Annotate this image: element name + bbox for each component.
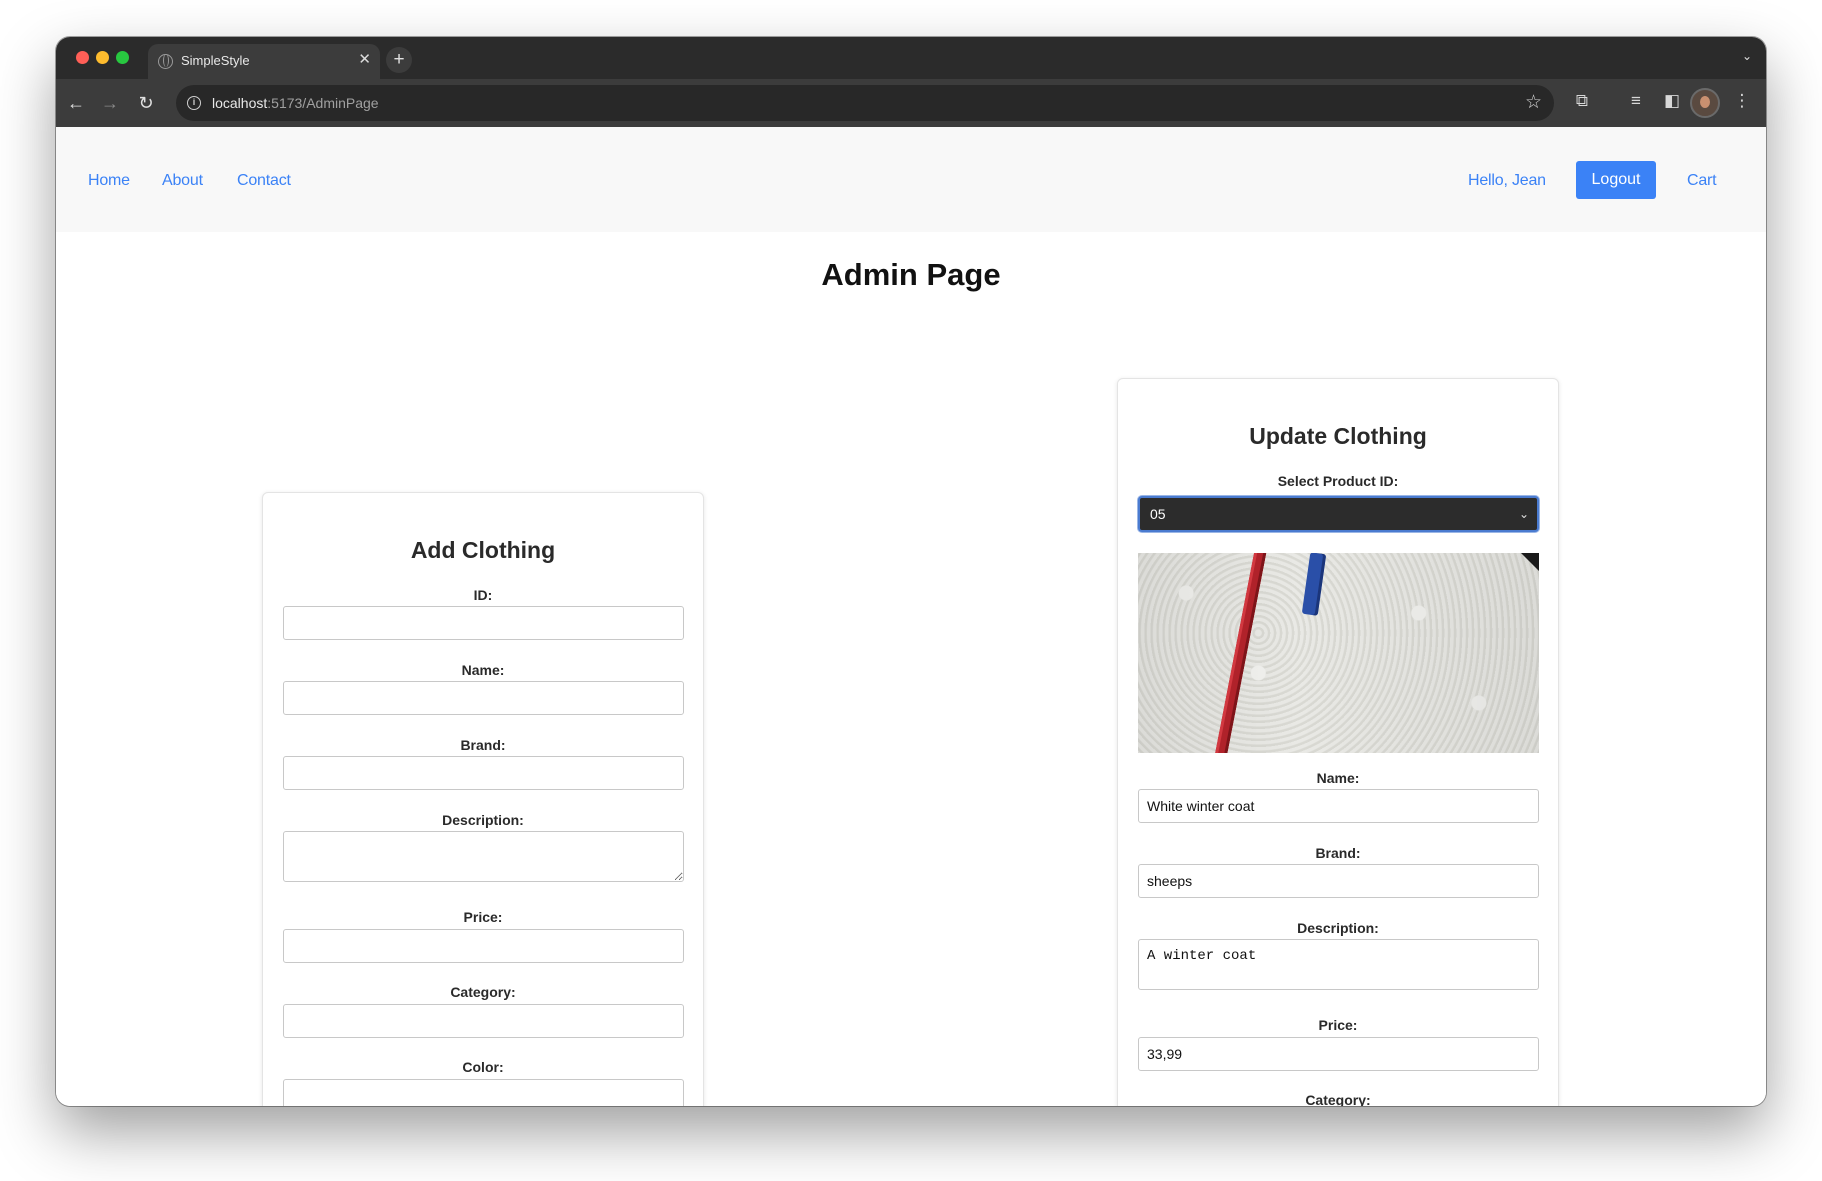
globe-icon (158, 54, 173, 69)
media-controls-icon[interactable]: ≡ (1624, 91, 1648, 111)
update-form-title: Update Clothing (1249, 423, 1427, 449)
close-tab-icon[interactable]: ✕ (358, 51, 371, 69)
add-name-input[interactable] (283, 681, 684, 715)
add-color-input[interactable] (283, 1079, 684, 1106)
reload-icon[interactable]: ↻ (134, 91, 158, 115)
update-description-textarea[interactable]: A winter coat (1138, 939, 1539, 990)
update-price-input[interactable]: 33,99 (1138, 1037, 1539, 1071)
add-price-input[interactable] (283, 929, 684, 963)
name-label: Name: (461, 662, 505, 678)
user-greeting-link[interactable]: Hello, Jean (1468, 172, 1546, 190)
add-form-title: Add Clothing (410, 537, 556, 563)
page-viewport: Home About Contact Hello, Jean Logout Ca… (56, 127, 1766, 1106)
description-label: Description: (442, 812, 524, 828)
name-label: Name: (1316, 770, 1360, 786)
browser-toolbar: ← → ↻ i localhost:5173/AdminPage ☆ ⧉ ≡ ◧… (56, 79, 1766, 127)
update-name-input[interactable]: White winter coat (1138, 789, 1539, 823)
add-category-input[interactable] (283, 1004, 684, 1038)
nav-contact-link[interactable]: Contact (237, 172, 291, 190)
site-navbar: Home About Contact Hello, Jean Logout Ca… (56, 127, 1766, 232)
description-label: Description: (1297, 920, 1379, 936)
tab-simplestyle[interactable]: SimpleStyle ✕ (148, 44, 380, 79)
category-label: Category: (1305, 1092, 1371, 1106)
new-tab-button[interactable]: + (386, 47, 412, 73)
tab-search-chevron-icon[interactable]: ⌄ (1742, 49, 1752, 63)
brand-label: Brand: (460, 737, 506, 753)
nav-cart-link[interactable]: Cart (1687, 172, 1717, 190)
add-description-textarea[interactable] (283, 831, 684, 882)
more-menu-icon[interactable]: ⋮ (1730, 91, 1754, 111)
side-panel-icon[interactable]: ◧ (1660, 91, 1684, 111)
url-text[interactable]: localhost:5173/AdminPage (212, 95, 379, 111)
address-bar[interactable]: i localhost:5173/AdminPage ☆ (176, 85, 1554, 121)
site-info-icon[interactable]: i (187, 96, 201, 110)
nav-home-link[interactable]: Home (88, 172, 130, 190)
profile-avatar[interactable] (1690, 88, 1720, 118)
forward-arrow-icon[interactable]: → (98, 91, 122, 115)
tab-title: SimpleStyle (181, 53, 250, 68)
extensions-icon[interactable]: ⧉ (1570, 91, 1594, 111)
page-title: Admin Page (821, 257, 1001, 292)
price-label: Price: (463, 909, 503, 925)
logout-button[interactable]: Logout (1576, 161, 1656, 199)
select-product-label: Select Product ID: (1277, 473, 1399, 489)
minimize-window-button[interactable] (96, 51, 109, 64)
update-brand-input[interactable]: sheeps (1138, 864, 1539, 898)
maximize-window-button[interactable] (116, 51, 129, 64)
product-id-select[interactable]: 05 ⌄ (1138, 496, 1539, 532)
color-label: Color: (462, 1059, 504, 1075)
brand-label: Brand: (1315, 845, 1361, 861)
tab-bar: SimpleStyle ✕ + ⌄ (56, 37, 1766, 79)
price-label: Price: (1318, 1017, 1358, 1033)
selected-product-id: 05 (1150, 506, 1166, 522)
add-id-input[interactable] (283, 606, 684, 640)
browser-window: SimpleStyle ✕ + ⌄ ← → ↻ i localhost:5173… (56, 37, 1766, 1106)
close-window-button[interactable] (76, 51, 89, 64)
update-clothing-form: Update Clothing Select Product ID: 05 ⌄ … (1117, 378, 1559, 1106)
product-image (1138, 553, 1539, 753)
chevron-down-icon: ⌄ (1518, 507, 1529, 521)
nav-about-link[interactable]: About (162, 172, 203, 190)
back-arrow-icon[interactable]: ← (64, 91, 88, 115)
bookmark-star-icon[interactable]: ☆ (1525, 91, 1542, 114)
add-brand-input[interactable] (283, 756, 684, 790)
add-clothing-form: Add Clothing ID: Name: Brand: Descriptio… (262, 492, 704, 1106)
id-label: ID: (473, 587, 493, 603)
category-label: Category: (450, 984, 516, 1000)
